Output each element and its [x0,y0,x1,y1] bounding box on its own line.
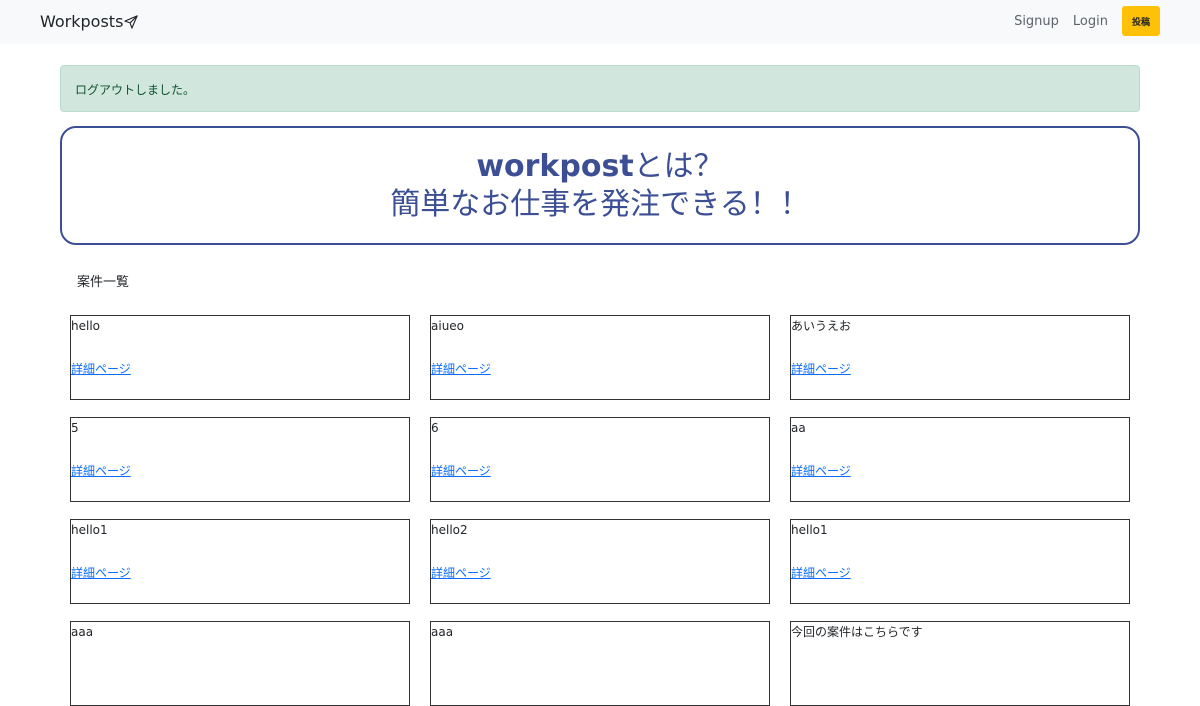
nav-right: Signup Login 投稿 [1014,6,1160,36]
job-detail-link[interactable]: 詳細ページ [791,360,851,377]
job-card-title: 5 [71,421,79,435]
job-card: hello1 詳細ページ [790,519,1130,604]
hero-line1: workpostとは？ [62,148,1138,186]
job-detail-link[interactable]: 詳細ページ [791,462,851,479]
alert-message: ログアウトしました。 [75,83,196,97]
job-detail-link[interactable]: 詳細ページ [431,360,491,377]
job-detail-link[interactable]: 詳細ページ [431,462,491,479]
job-card-title: aaa [431,625,454,639]
job-card-title: 今回の案件はこちらです [791,625,923,639]
job-list: hello 詳細ページ aiueo 詳細ページ あいうえお 詳細ページ 5 詳細ページ 6 詳細ペ… [70,315,1130,706]
job-card-title: hello1 [71,523,108,537]
logout-alert: ログアウトしました。 [60,65,1140,112]
login-link[interactable]: Login [1073,14,1108,29]
hero-banner: workpostとは？ 簡単なお仕事を発注できる！！ [60,126,1140,245]
section-title: 案件一覧 [77,275,130,290]
navbar: Workposts Signup Login 投稿 [0,0,1200,44]
post-button[interactable]: 投稿 [1122,6,1160,36]
job-detail-link[interactable]: 詳細ページ [791,564,851,581]
job-card: aaa [430,621,770,706]
job-detail-link[interactable]: 詳細ページ [71,360,131,377]
job-card-title: hello [71,319,100,333]
job-card: 5 詳細ページ [70,417,410,502]
hero-brand: workpost [476,149,634,184]
job-card: hello1 詳細ページ [70,519,410,604]
brand-link[interactable]: Workposts [40,12,139,31]
job-detail-link[interactable]: 詳細ページ [431,564,491,581]
job-card-title: 6 [431,421,439,435]
job-card-title: hello2 [431,523,468,537]
paper-plane-icon [124,14,139,29]
signup-link[interactable]: Signup [1014,14,1059,29]
job-card-title: aaa [71,625,94,639]
hero-tagline: 簡単なお仕事を発注できる！！ [390,187,810,222]
job-card: 今回の案件はこちらです [790,621,1130,706]
job-card-title: あいうえお [791,319,852,333]
job-detail-link[interactable]: 詳細ページ [71,462,131,479]
job-card-title: hello1 [791,523,828,537]
job-card: あいうえお詳細ページ [790,315,1130,400]
hero-question: とは？ [633,149,724,184]
brand-name: Workposts [40,12,124,31]
job-card: hello2 詳細ページ [430,519,770,604]
job-card-title: aiueo [431,319,465,333]
job-card: hello 詳細ページ [70,315,410,400]
job-card: aiueo 詳細ページ [430,315,770,400]
job-detail-link[interactable]: 詳細ページ [71,564,131,581]
job-card: 6 詳細ページ [430,417,770,502]
job-card: aa 詳細ページ [790,417,1130,502]
job-card: aaa [70,621,410,706]
job-card-title: aa [791,421,806,435]
